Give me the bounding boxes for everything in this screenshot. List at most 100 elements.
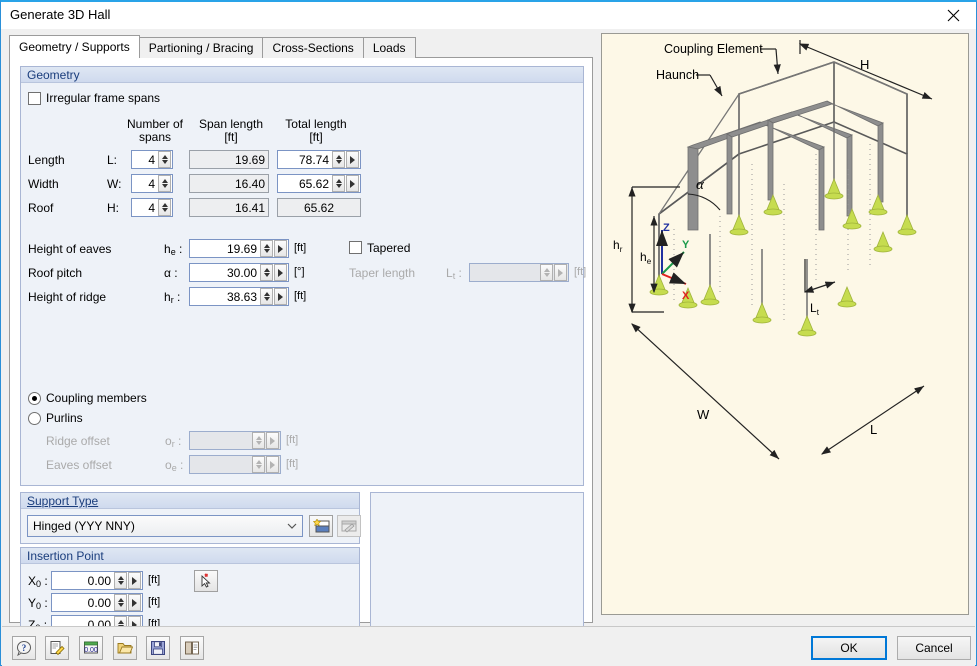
value: 4 xyxy=(148,152,155,167)
spinner[interactable] xyxy=(260,240,273,257)
eaves-offset-label: Eaves offset xyxy=(46,458,112,472)
spinner[interactable] xyxy=(114,594,127,611)
more-button[interactable] xyxy=(274,288,287,305)
spinner[interactable] xyxy=(158,175,171,192)
spinner[interactable] xyxy=(114,572,127,589)
geometry-group: Geometry Irregular frame spans Number of… xyxy=(20,66,586,486)
columns-button[interactable] xyxy=(180,636,204,660)
pick-point-button[interactable] xyxy=(194,570,218,592)
spinner xyxy=(252,456,265,473)
coupling-members-label: Coupling members xyxy=(46,391,147,405)
geometry-group-title: Geometry xyxy=(27,68,80,82)
help-button[interactable]: ? xyxy=(12,636,36,660)
height-of-eaves-input[interactable]: 19.69 xyxy=(189,239,289,258)
more-button xyxy=(266,432,279,449)
edit-note-icon xyxy=(50,641,65,656)
ridge-offset-label: Ridge offset xyxy=(46,434,110,448)
purlins-label: Purlins xyxy=(46,411,83,425)
support-type-group: Support Type Hinged (YYY NNY) xyxy=(20,492,361,544)
ok-button[interactable]: OK xyxy=(811,636,887,660)
irregular-frame-spans-label: Irregular frame spans xyxy=(46,91,161,105)
tab-cross-sections[interactable]: Cross-Sections xyxy=(262,37,364,58)
header-total-length: Total length [ft] xyxy=(285,117,347,144)
page-title: Generate 3D Hall xyxy=(10,7,111,22)
tab-partioning-bracing[interactable]: Partioning / Bracing xyxy=(138,37,264,58)
width-total-length-input[interactable]: 65.62 xyxy=(277,174,361,193)
geometry-group-header xyxy=(21,67,583,83)
diagram-label-alpha: α xyxy=(696,177,705,193)
value: 16.41 xyxy=(234,200,265,215)
length-total-length-input[interactable]: 78.74 xyxy=(277,150,361,169)
tab-label: Loads xyxy=(372,41,406,55)
header-span-length: Span length [ft] xyxy=(198,117,264,144)
more-button[interactable] xyxy=(274,264,287,281)
roof-number-of-spans-input[interactable]: 4 xyxy=(131,198,173,217)
more-button[interactable] xyxy=(128,572,141,589)
purlins-radio[interactable] xyxy=(28,412,41,425)
diagram-label-he: he xyxy=(640,250,652,266)
support-type-select[interactable]: Hinged (YYY NNY) xyxy=(27,515,303,537)
value: 65.62 xyxy=(303,200,335,215)
tab-label: Cross-Sections xyxy=(272,41,354,55)
irregular-frame-spans-checkbox[interactable] xyxy=(28,92,41,105)
height-of-eaves-symbol: he : xyxy=(164,242,183,257)
eaves-offset-symbol: oe : xyxy=(165,458,184,473)
taper-length-symbol: Lt : xyxy=(446,266,462,281)
spinner[interactable] xyxy=(260,288,273,305)
value: 19.69 xyxy=(226,241,257,256)
edit-support-button xyxy=(337,515,361,537)
diagram-label-H: H xyxy=(860,57,869,72)
value: 38.63 xyxy=(226,289,257,304)
folder-open-icon xyxy=(117,643,133,654)
spinner[interactable] xyxy=(332,175,345,192)
comment-button[interactable] xyxy=(45,636,69,660)
numeric-units-icon: 0.00 xyxy=(84,641,98,654)
roof-span-length-display: 16.41 xyxy=(189,198,269,217)
insertion-y-input[interactable]: 0.00 xyxy=(51,593,143,612)
spinner[interactable] xyxy=(158,199,171,216)
support-type-group-title: Support Type xyxy=(27,494,99,508)
value: 0.00 xyxy=(87,573,111,588)
close-button[interactable] xyxy=(931,2,976,29)
more-button[interactable] xyxy=(274,240,287,257)
length-number-of-spans-input[interactable]: 4 xyxy=(131,150,173,169)
height-of-ridge-symbol: hr : xyxy=(164,290,181,305)
height-of-ridge-input[interactable]: 38.63 xyxy=(189,287,289,306)
roof-pitch-label: Roof pitch xyxy=(28,266,83,280)
tab-content-panel: Geometry Irregular frame spans Number of… xyxy=(9,57,593,662)
tapered-checkbox[interactable] xyxy=(349,241,362,254)
more-button[interactable] xyxy=(346,151,359,168)
spinner xyxy=(540,264,553,281)
ridge-offset-symbol: or : xyxy=(165,434,182,449)
cancel-button[interactable]: Cancel xyxy=(897,636,971,660)
save-button[interactable] xyxy=(146,636,170,660)
diagram-label-hr: hr xyxy=(613,238,623,254)
open-button[interactable] xyxy=(113,636,137,660)
tab-label: Geometry / Supports xyxy=(19,40,130,54)
pick-cursor-icon xyxy=(201,573,211,588)
more-button[interactable] xyxy=(128,594,141,611)
value: 4 xyxy=(148,200,155,215)
insertion-x-input[interactable]: 0.00 xyxy=(51,571,143,590)
roof-pitch-input[interactable]: 30.00 xyxy=(189,263,289,282)
new-support-button[interactable] xyxy=(309,515,333,537)
tab-label: Partioning / Bracing xyxy=(148,41,254,55)
insertion-x-label: X0 : xyxy=(28,574,48,589)
coupling-members-radio[interactable] xyxy=(28,392,41,405)
diagram-axis-y: Y xyxy=(682,239,690,251)
height-of-eaves-unit: [ft] xyxy=(294,242,307,254)
tab-loads[interactable]: Loads xyxy=(362,37,416,58)
width-number-of-spans-input[interactable]: 4 xyxy=(131,174,173,193)
height-of-ridge-label: Height of ridge xyxy=(28,290,107,304)
units-button[interactable]: 0.00 xyxy=(79,636,103,660)
spinner[interactable] xyxy=(158,151,171,168)
row-roof-label: Roof xyxy=(28,201,54,215)
spinner[interactable] xyxy=(260,264,273,281)
value: 65.62 xyxy=(298,176,329,191)
tab-geometry-supports[interactable]: Geometry / Supports xyxy=(9,35,140,58)
more-button[interactable] xyxy=(346,175,359,192)
diagram-axis-x: X xyxy=(682,290,690,302)
spinner[interactable] xyxy=(332,151,345,168)
taper-length-input xyxy=(469,263,569,282)
row-length-label: Length xyxy=(28,153,65,167)
